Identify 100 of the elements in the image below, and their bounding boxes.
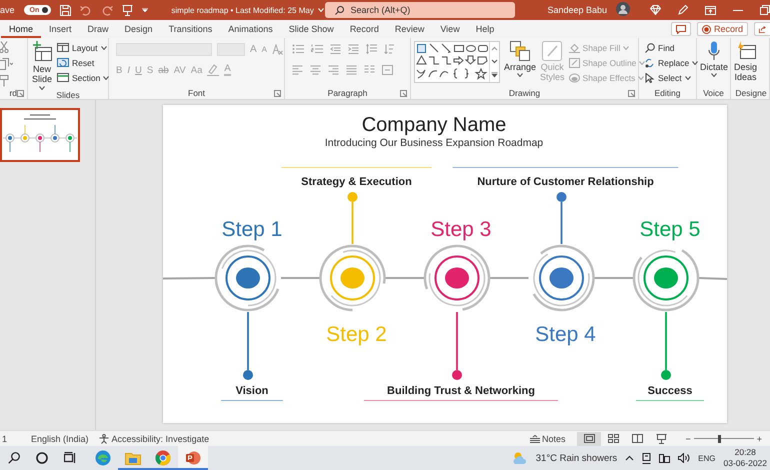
- slide-option-button[interactable]: Layout: [57, 41, 110, 54]
- caret-icon[interactable]: [692, 60, 698, 64]
- expand-gallery-icon[interactable]: [491, 72, 498, 78]
- slide-option-button[interactable]: Reset: [57, 56, 110, 69]
- clock-time[interactable]: 20:28: [734, 447, 756, 458]
- format-painter-icon[interactable]: [0, 75, 9, 87]
- dialog-launcher-icon[interactable]: [400, 90, 408, 96]
- speaker-icon[interactable]: [678, 453, 690, 463]
- shapes-gallery[interactable]: [414, 41, 500, 83]
- replace-icon: [645, 58, 655, 68]
- user-name: Sandeep Babu: [547, 5, 607, 15]
- presentation-app-icon: [185, 450, 201, 466]
- ribbon-tab[interactable]: Help: [468, 20, 502, 38]
- caret-icon[interactable]: [517, 73, 524, 78]
- scroll-up-icon[interactable]: [491, 46, 498, 51]
- ribbon-tab[interactable]: Record: [342, 20, 387, 38]
- pin-connector: [661, 312, 671, 380]
- chevron-up-icon[interactable]: [625, 455, 634, 461]
- reset-icon: [57, 58, 69, 67]
- font-size-field[interactable]: [217, 42, 245, 56]
- share-button[interactable]: [754, 22, 770, 36]
- ribbon-tab[interactable]: Animations: [220, 20, 281, 38]
- caret-icon[interactable]: [684, 76, 691, 80]
- slide-option-button[interactable]: Section: [57, 71, 110, 84]
- caret-icon[interactable]: [100, 46, 107, 50]
- browser-icon: [155, 450, 171, 466]
- pen-icon[interactable]: [678, 5, 688, 15]
- step-label: Step 1: [222, 218, 282, 241]
- restore-icon[interactable]: [760, 5, 770, 15]
- comments-button[interactable]: [670, 22, 691, 36]
- undo-icon[interactable]: [80, 4, 92, 16]
- share-icon: [759, 24, 766, 34]
- customize-caret-icon[interactable]: [142, 8, 148, 12]
- record-button[interactable]: Record: [696, 22, 748, 36]
- pin-connector: [243, 312, 253, 380]
- notes-button[interactable]: Notes: [530, 434, 566, 444]
- ribbon-tab[interactable]: View: [432, 20, 468, 38]
- dialog-launcher-icon[interactable]: [628, 90, 635, 96]
- caret-icon[interactable]: [39, 86, 45, 90]
- copy-icon[interactable]: [0, 58, 13, 70]
- slide-number: 1: [2, 434, 8, 444]
- arrange-button[interactable]: Arrange: [504, 41, 536, 78]
- dialog-launcher-icon[interactable]: [274, 90, 282, 96]
- input-language[interactable]: ENG: [698, 454, 716, 462]
- ring-icon: [36, 452, 48, 464]
- cut-icon[interactable]: [0, 41, 9, 53]
- ribbon-tab[interactable]: Draw: [80, 20, 117, 38]
- editing-button[interactable]: Replace: [645, 56, 698, 69]
- pin-connector: [348, 192, 358, 244]
- zoom-out-button[interactable]: −: [685, 434, 691, 444]
- comment-icon: [676, 24, 686, 34]
- ribbon-tab[interactable]: Design: [116, 20, 161, 38]
- group-label: Designe: [735, 88, 767, 98]
- dialog-launcher-icon[interactable]: [17, 90, 24, 96]
- cursor-icon: [645, 72, 655, 82]
- folder-icon: [125, 451, 141, 465]
- new-slide-button[interactable]: New Slide: [31, 41, 53, 90]
- step-label: Step 2: [326, 323, 387, 346]
- window-icon[interactable]: [705, 6, 716, 14]
- step-label: Step 5: [640, 218, 700, 241]
- layout-icon: [57, 43, 69, 52]
- accessibility-button[interactable]: Accessibility: Investigate: [98, 434, 210, 444]
- normal-view-button[interactable]: [577, 432, 602, 446]
- section-icon: [57, 73, 69, 82]
- step-rings: [424, 244, 490, 311]
- zoom-in-button[interactable]: +: [756, 434, 762, 444]
- design-ideas-button[interactable]: Desig Ideas: [733, 41, 758, 83]
- search-icon: [335, 6, 344, 14]
- milestone-label: Strategy & Execution: [301, 176, 412, 188]
- slider-thumb[interactable]: [718, 434, 721, 442]
- network-icon[interactable]: [659, 454, 670, 462]
- group-label: Voice: [703, 88, 724, 98]
- new-slide-icon: [31, 41, 53, 63]
- presentation-icon[interactable]: [122, 4, 134, 16]
- avatar-icon[interactable]: [616, 2, 630, 16]
- redo-icon[interactable]: [101, 4, 114, 16]
- slide-thumbnail[interactable]: [0, 108, 80, 162]
- editing-button[interactable]: Select: [645, 71, 698, 84]
- scroll-down-icon[interactable]: [491, 59, 498, 64]
- search-icon: [645, 42, 655, 52]
- minimize-icon[interactable]: [733, 8, 743, 12]
- dictate-button[interactable]: Dictate: [700, 41, 728, 78]
- quick-styles-icon: [542, 41, 562, 61]
- pin-connector: [556, 192, 566, 244]
- shape-effects-icon: [568, 72, 580, 82]
- caret-icon[interactable]: [711, 73, 717, 78]
- search-field[interactable]: Search (Alt+Q): [325, 2, 516, 18]
- ribbon-tab[interactable]: Review: [386, 20, 432, 38]
- save-icon[interactable]: [60, 4, 72, 16]
- ribbon-tab[interactable]: Insert: [41, 20, 80, 38]
- ribbon-tab[interactable]: Transitions: [160, 20, 220, 38]
- diamond-icon[interactable]: [650, 5, 661, 15]
- editing-button[interactable]: Find: [645, 41, 698, 54]
- ribbon-tab[interactable]: Slide Show: [280, 20, 342, 38]
- taskbar-app[interactable]: [178, 446, 208, 470]
- group-label: Slides: [56, 90, 80, 100]
- weather-text[interactable]: 31°C Rain showers: [536, 452, 618, 464]
- clock-date[interactable]: 03-06-2022: [724, 458, 767, 469]
- caret-icon[interactable]: [103, 76, 110, 80]
- milestone-label: Nurture of Customer Relationship: [477, 176, 654, 188]
